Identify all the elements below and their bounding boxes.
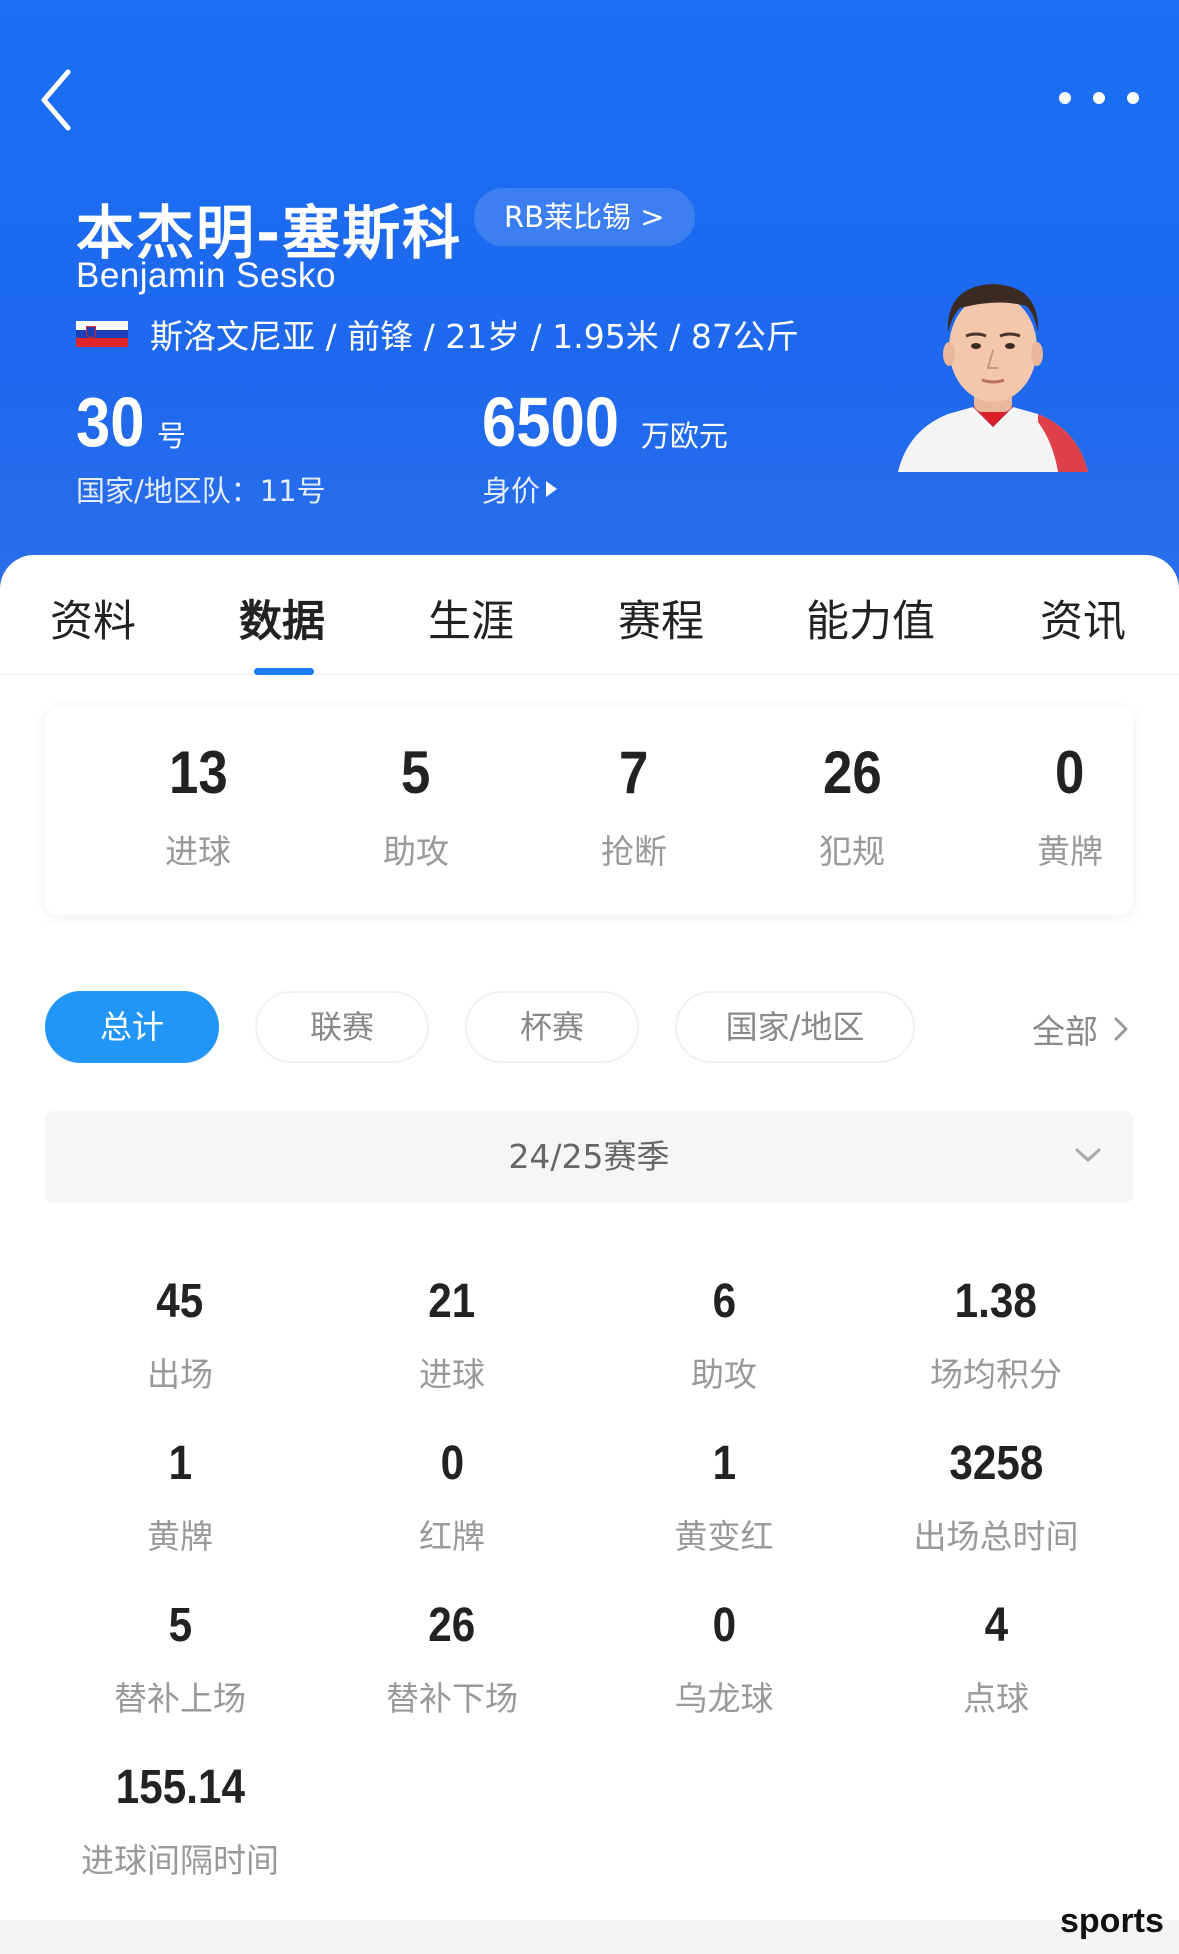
stat-value: 0 (440, 1437, 464, 1490)
tab-schedule[interactable]: 赛程 (618, 587, 704, 649)
more-dot (1127, 92, 1139, 104)
more-dots-icon (1059, 92, 1071, 104)
summary-value: 13 (168, 739, 228, 806)
stat-value: 21 (428, 1275, 476, 1328)
tab-profile[interactable]: 资料 (50, 587, 136, 649)
stat-label: 进球 (419, 1355, 485, 1394)
stat-label: 黄牌 (147, 1517, 213, 1556)
tab-career[interactable]: 生涯 (428, 587, 514, 649)
summary-label: 抢断 (601, 832, 667, 871)
summary-value: 26 (822, 739, 882, 806)
stat-value: 6 (712, 1275, 736, 1328)
summary-item: 13 进球 (98, 743, 298, 873)
stat-item: 1 黄牌 (45, 1440, 315, 1558)
bottom-strip (0, 1920, 1179, 1954)
summary-value: 0 (1055, 739, 1085, 806)
summary-label: 犯规 (819, 832, 885, 871)
stat-value: 5 (168, 1599, 192, 1652)
shirt-number: 30 (76, 383, 145, 461)
season-label: 24/25赛季 (508, 1137, 670, 1176)
stat-item: 0 乌龙球 (589, 1602, 859, 1720)
tab-bar: 资料 数据 生涯 赛程 能力值 资讯 (0, 555, 1179, 675)
stat-value: 1.38 (954, 1275, 1038, 1328)
tab-stats[interactable]: 数据 (239, 587, 325, 649)
season-selector[interactable]: 24/25赛季 (45, 1111, 1133, 1203)
summary-item: 26 犯规 (752, 743, 952, 873)
back-arrow-icon (41, 69, 71, 131)
player-header: 本杰明-塞斯科 RB莱比锡 > Benjamin Sesko 斯洛文尼亚 / 前… (0, 0, 1179, 600)
stat-label: 助攻 (691, 1355, 757, 1394)
market-value-label: 身价 (482, 474, 541, 508)
back-button[interactable] (32, 62, 92, 132)
stat-label: 替补下场 (386, 1679, 518, 1718)
filter-total-chip[interactable]: 总计 (45, 991, 219, 1063)
stat-label: 出场 (147, 1355, 213, 1394)
national-team-number: 国家/地区队：11号 (76, 474, 326, 508)
stat-value: 155.14 (115, 1761, 245, 1814)
stat-label: 场均积分 (930, 1355, 1062, 1394)
player-bio: 斯洛文尼亚 / 前锋 / 21岁 / 1.95米 / 87公斤 (150, 317, 799, 356)
summary-item: 0 黄牌 (970, 743, 1170, 873)
stat-item: 26 替补下场 (317, 1602, 587, 1720)
filter-row: 总计 联赛 杯赛 国家/地区 全部 (0, 991, 1179, 1063)
chevron-down-icon (1075, 1148, 1101, 1162)
all-filters-link[interactable]: 全部 (1032, 1005, 1134, 1053)
stat-item: 21 进球 (317, 1278, 587, 1396)
summary-label: 助攻 (383, 832, 449, 871)
filter-cup-chip[interactable]: 杯赛 (465, 991, 639, 1063)
summary-label: 进球 (165, 832, 231, 871)
stat-item: 0 红牌 (317, 1440, 587, 1558)
stat-label: 点球 (963, 1679, 1029, 1718)
summary-value: 5 (401, 739, 431, 806)
content-sheet: 资料 数据 生涯 赛程 能力值 资讯 13 进球 5 助攻 7 抢断 26 犯规… (0, 555, 1179, 1954)
stat-value: 1 (168, 1437, 192, 1490)
market-value-block[interactable]: 6500 万欧元 身价 (482, 382, 728, 510)
watermark-logo: sports (1060, 1902, 1164, 1940)
stat-label: 进球间隔时间 (81, 1841, 279, 1880)
club-link[interactable]: RB莱比锡 > (474, 188, 695, 246)
stat-item: 1.38 场均积分 (861, 1278, 1131, 1396)
stat-item: 45 出场 (45, 1278, 315, 1396)
stat-label: 黄变红 (674, 1517, 774, 1556)
player-name-en: Benjamin Sesko (76, 256, 336, 295)
tab-news[interactable]: 资讯 (1040, 587, 1126, 649)
stat-value: 0 (712, 1599, 736, 1652)
stat-item: 4 点球 (861, 1602, 1131, 1720)
summary-item: 7 抢断 (534, 743, 734, 873)
stat-value: 4 (984, 1599, 1008, 1652)
stat-item: 155.14 进球间隔时间 (45, 1764, 315, 1882)
market-value: 6500 (482, 383, 620, 461)
stat-label: 红牌 (419, 1517, 485, 1556)
filter-league-chip[interactable]: 联赛 (255, 991, 429, 1063)
more-menu-button[interactable] (1059, 78, 1139, 118)
active-tab-indicator (254, 668, 314, 675)
stat-value: 45 (156, 1275, 204, 1328)
tab-ability[interactable]: 能力值 (806, 587, 935, 649)
summary-item: 5 助攻 (316, 743, 516, 873)
stat-value: 1 (712, 1437, 736, 1490)
stat-item: 5 替补上场 (45, 1602, 315, 1720)
all-filters-label: 全部 (1032, 1012, 1098, 1051)
summary-value: 7 (619, 739, 649, 806)
stat-value: 26 (428, 1599, 476, 1652)
market-value-unit: 万欧元 (640, 419, 728, 453)
slovenia-flag-icon (76, 321, 128, 347)
more-dot (1093, 92, 1105, 104)
stat-value: 3258 (949, 1437, 1043, 1490)
player-info-row: 斯洛文尼亚 / 前锋 / 21岁 / 1.95米 / 87公斤 (76, 310, 799, 358)
stat-label: 乌龙球 (674, 1679, 774, 1718)
chevron-right-icon (1114, 1017, 1128, 1041)
summary-label: 黄牌 (1037, 832, 1103, 871)
shirt-number-unit: 号 (156, 419, 186, 453)
stat-label: 替补上场 (114, 1679, 246, 1718)
stat-label: 出场总时间 (913, 1517, 1079, 1556)
stat-item: 6 助攻 (589, 1278, 859, 1396)
shirt-number-block: 30 号 国家/地区队：11号 (76, 382, 326, 510)
stat-item: 3258 出场总时间 (861, 1440, 1131, 1558)
stat-item: 1 黄变红 (589, 1440, 859, 1558)
play-arrow-icon (546, 481, 558, 497)
player-photo (898, 284, 1088, 472)
filter-national-chip[interactable]: 国家/地区 (675, 991, 915, 1063)
summary-card: 13 进球 5 助攻 7 抢断 26 犯规 0 黄牌 (45, 707, 1133, 915)
